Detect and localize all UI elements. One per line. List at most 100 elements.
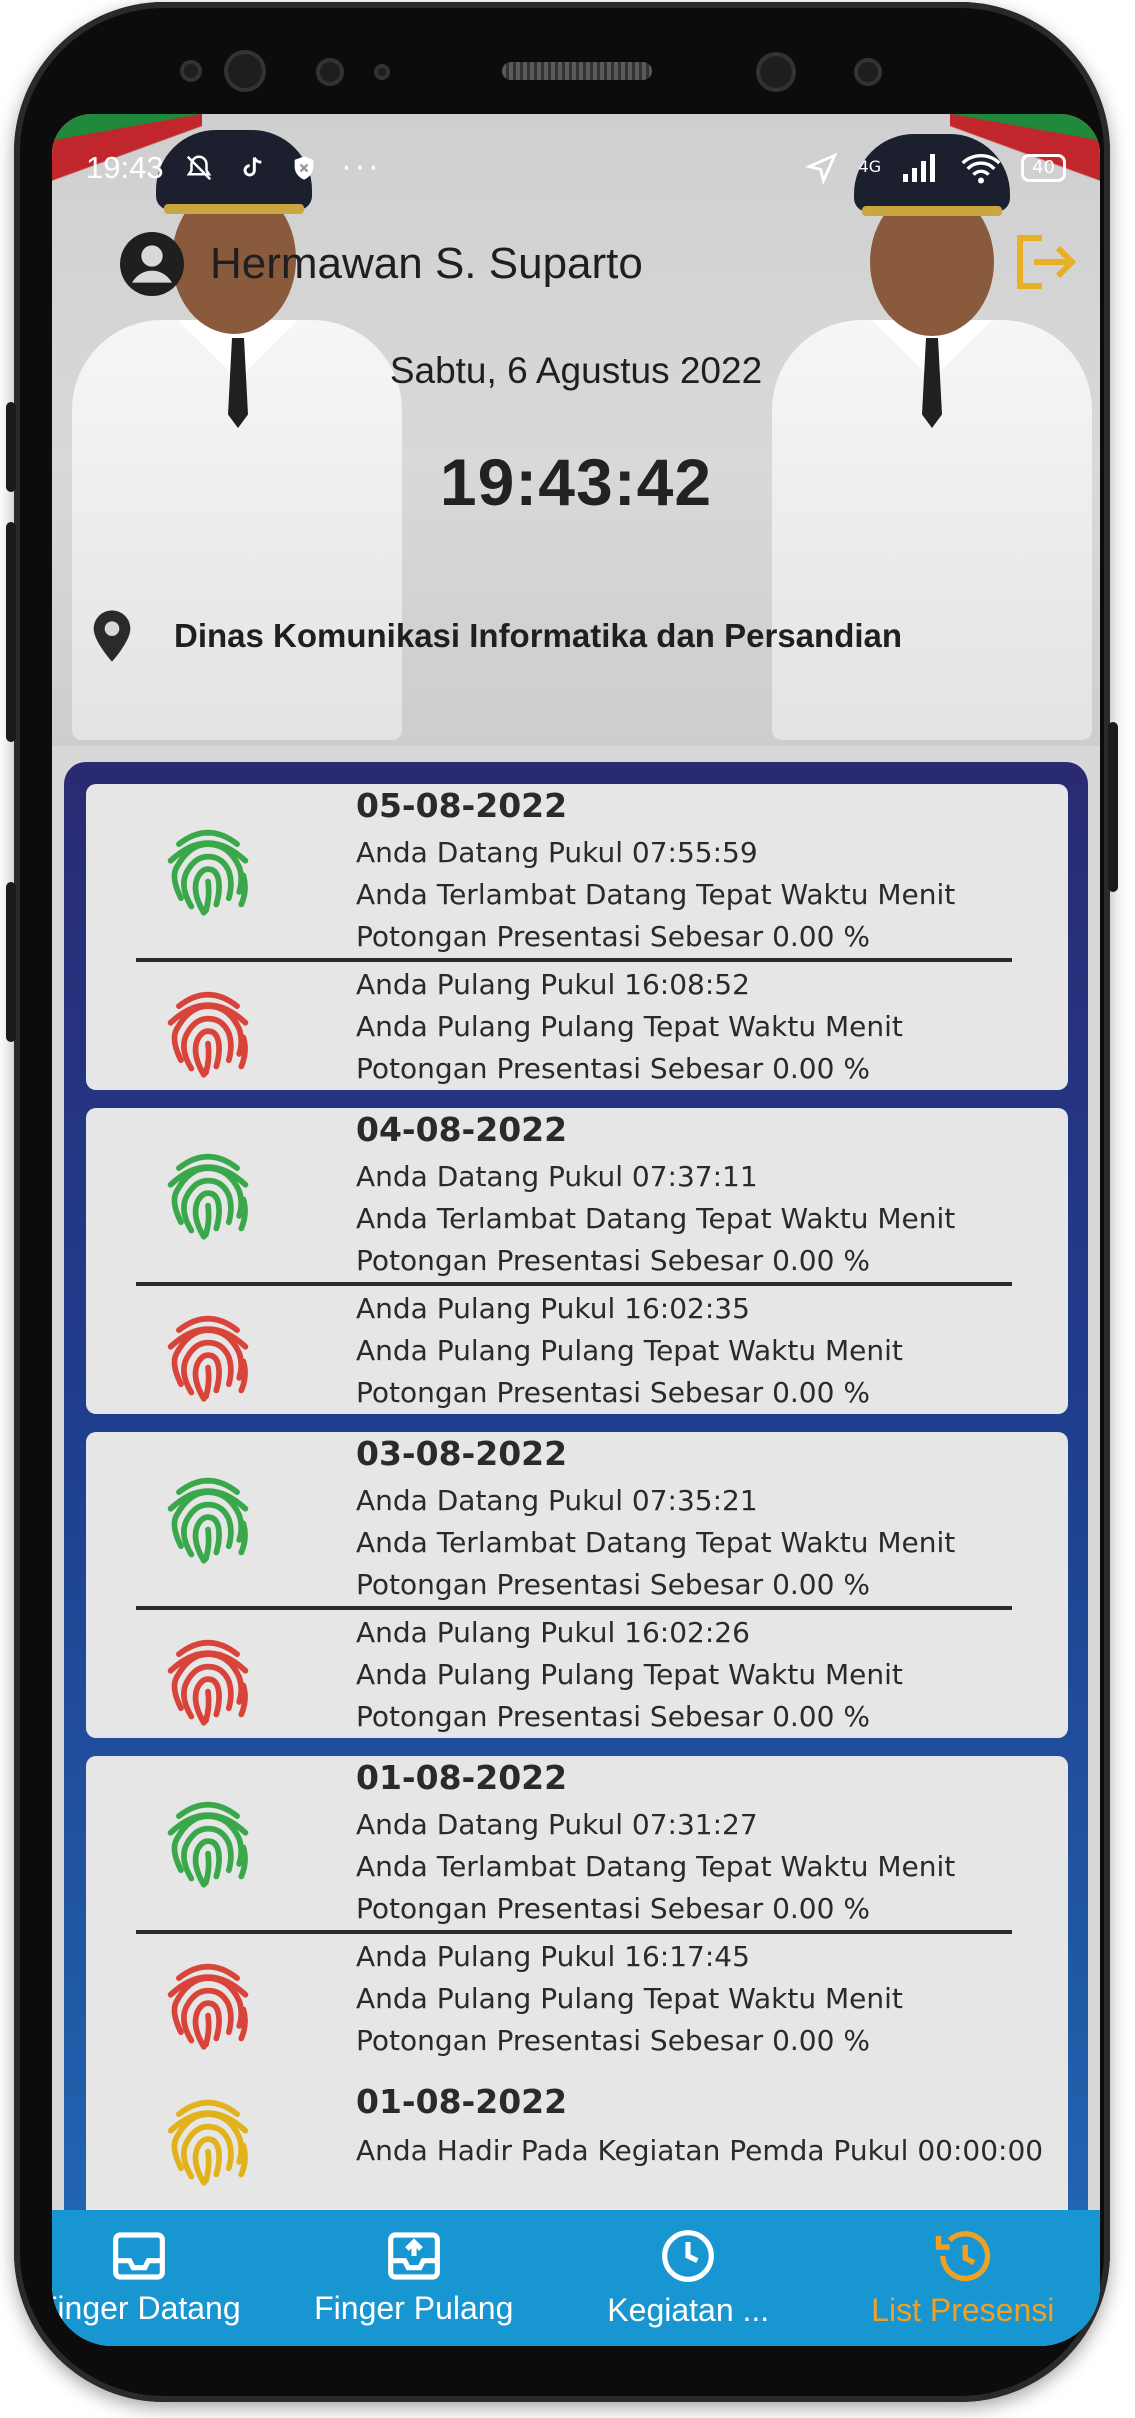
app-screen: 19:43 ··· 4G 40 Hermawan S. Suparto Sabt…: [52, 114, 1100, 2346]
check-out-entry: Anda Pulang Pukul 16:08:52 Anda Pulang P…: [86, 964, 1068, 1090]
bottom-navigation: Finger Datang Finger Pulang Kegiatan ...…: [52, 2210, 1100, 2346]
fingerprint-in-icon: [156, 1784, 260, 1894]
more-notifications-icon: ···: [341, 150, 383, 186]
record-date: 05-08-2022: [356, 786, 568, 825]
check-in-deduction: Potongan Presentasi Sebesar 0.00 %: [356, 1244, 870, 1277]
user-name: Hermawan S. Suparto: [210, 239, 643, 288]
entry-divider: [136, 958, 1012, 962]
event-date: 01-08-2022: [356, 2082, 568, 2121]
check-out-status: Anda Pulang Pulang Tepat Waktu Menit: [356, 1658, 903, 1691]
attendance-card[interactable]: 03-08-2022 Anda Datang Pukul 07:35:21 An…: [86, 1432, 1068, 1738]
check-in-status: Anda Terlambat Datang Tepat Waktu Menit: [356, 1526, 956, 1559]
entry-divider: [136, 1282, 1012, 1286]
fingerprint-out-icon: [156, 1298, 260, 1408]
check-in-entry: 04-08-2022 Anda Datang Pukul 07:37:11 An…: [86, 1108, 1068, 1277]
check-in-entry: 03-08-2022 Anda Datang Pukul 07:35:21 An…: [86, 1432, 1068, 1601]
check-in-deduction: Potongan Presentasi Sebesar 0.00 %: [356, 1892, 870, 1925]
check-in-deduction: Potongan Presentasi Sebesar 0.00 %: [356, 1568, 870, 1601]
history-icon: [935, 2230, 990, 2281]
check-in-time: Anda Datang Pukul 07:35:21: [356, 1484, 758, 1517]
volume-down-button: [6, 522, 16, 742]
nav-label: Finger Datang: [52, 2289, 241, 2326]
bell-off-icon: [186, 155, 211, 181]
power-button: [1108, 722, 1118, 892]
check-out-entry: Anda Pulang Pukul 16:17:45 Anda Pulang P…: [86, 1936, 1068, 2062]
event-entry: 01-08-2022 Anda Hadir Pada Kegiatan Pemd…: [86, 2070, 1068, 2200]
attendance-card[interactable]: 05-08-2022 Anda Datang Pukul 07:55:59 An…: [86, 784, 1068, 1090]
wifi-icon: [961, 154, 1001, 184]
check-out-deduction: Potongan Presentasi Sebesar 0.00 %: [356, 2024, 870, 2057]
fingerprint-in-icon: [156, 1136, 260, 1246]
nav-list-presensi[interactable]: List Presensi: [826, 2210, 1101, 2346]
network-type-label: 4G: [858, 157, 882, 176]
check-out-deduction: Potongan Presentasi Sebesar 0.00 %: [356, 1376, 870, 1409]
location-pin-icon: [93, 610, 131, 662]
record-date: 03-08-2022: [356, 1434, 568, 1473]
check-out-status: Anda Pulang Pulang Tepat Waktu Menit: [356, 1334, 903, 1367]
inbox-icon: [113, 2231, 166, 2280]
user-row: Hermawan S. Suparto: [120, 232, 643, 296]
fingerprint-out-icon: [156, 974, 260, 1084]
office-location: Dinas Komunikasi Informatika dan Persand…: [174, 617, 903, 654]
event-attendance: Anda Hadir Pada Kegiatan Pemda Pukul 00:…: [356, 2134, 1044, 2167]
sensor-dot: [180, 60, 202, 82]
nav-label: Finger Pulang: [314, 2289, 514, 2326]
check-in-status: Anda Terlambat Datang Tepat Waktu Menit: [356, 1202, 956, 1235]
location-row: Dinas Komunikasi Informatika dan Persand…: [90, 608, 902, 664]
nav-kegiatan[interactable]: Kegiatan ...: [551, 2210, 826, 2346]
nav-finger-pulang[interactable]: Finger Pulang: [277, 2210, 552, 2346]
check-out-status: Anda Pulang Pulang Tepat Waktu Menit: [356, 1010, 903, 1043]
check-out-time: Anda Pulang Pukul 16:17:45: [356, 1940, 750, 1973]
check-out-time: Anda Pulang Pukul 16:02:35: [356, 1292, 750, 1325]
check-in-time: Anda Datang Pukul 07:37:11: [356, 1160, 758, 1193]
nav-finger-datang[interactable]: Finger Datang: [52, 2210, 277, 2346]
phone-frame: 19:43 ··· 4G 40 Hermawan S. Suparto Sabt…: [6, 2, 1118, 2402]
status-time: 19:43: [86, 150, 164, 185]
front-camera: [224, 50, 266, 92]
nav-label: List Presensi: [871, 2291, 1055, 2328]
check-in-entry: 05-08-2022 Anda Datang Pukul 07:55:59 An…: [86, 784, 1068, 953]
volume-up-button: [6, 402, 16, 492]
logout-button[interactable]: [1010, 230, 1078, 298]
entry-divider: [136, 1606, 1012, 1610]
check-out-entry: Anda Pulang Pukul 16:02:35 Anda Pulang P…: [86, 1288, 1068, 1414]
check-out-deduction: Potongan Presentasi Sebesar 0.00 %: [356, 1052, 870, 1085]
check-out-deduction: Potongan Presentasi Sebesar 0.00 %: [356, 1700, 870, 1733]
check-in-status: Anda Terlambat Datang Tepat Waktu Menit: [356, 878, 956, 911]
sensor-dot: [374, 64, 390, 80]
iris-sensor: [854, 58, 882, 86]
record-date: 01-08-2022: [356, 1758, 568, 1797]
check-in-entry: 01-08-2022 Anda Datang Pukul 07:31:27 An…: [86, 1756, 1068, 1925]
check-in-deduction: Potongan Presentasi Sebesar 0.00 %: [356, 920, 870, 953]
shield-icon: [294, 156, 313, 180]
fingerprint-out-icon: [156, 1622, 260, 1732]
fingerprint-out-icon: [156, 1946, 260, 2056]
attendance-list[interactable]: 05-08-2022 Anda Datang Pukul 07:55:59 An…: [64, 762, 1088, 2292]
check-out-time: Anda Pulang Pukul 16:08:52: [356, 968, 750, 1001]
check-in-time: Anda Datang Pukul 07:55:59: [356, 836, 758, 869]
current-clock: 19:43:42: [439, 445, 713, 519]
check-in-time: Anda Datang Pukul 07:31:27: [356, 1808, 758, 1841]
account-circle-icon[interactable]: [120, 232, 184, 296]
signal-icon: [903, 154, 936, 182]
check-in-status: Anda Terlambat Datang Tepat Waktu Menit: [356, 1850, 956, 1883]
location-arrow-icon: [804, 152, 838, 185]
earpiece-speaker: [502, 62, 652, 80]
battery-indicator: 40: [1021, 154, 1066, 182]
outbox-icon: [387, 2231, 440, 2280]
fingerprint-in-icon: [156, 1460, 260, 1570]
nav-label: Kegiatan ...: [607, 2291, 770, 2328]
logout-icon: [1017, 235, 1077, 289]
tiktok-icon: [243, 156, 261, 177]
current-date: Sabtu, 6 Agustus 2022: [389, 350, 763, 391]
clock-icon: [662, 2229, 715, 2282]
iris-camera: [756, 52, 796, 92]
check-out-status: Anda Pulang Pulang Tepat Waktu Menit: [356, 1982, 903, 2015]
bixby-button: [6, 882, 16, 1042]
check-out-entry: Anda Pulang Pukul 16:02:26 Anda Pulang P…: [86, 1612, 1068, 1738]
check-out-time: Anda Pulang Pukul 16:02:26: [356, 1616, 750, 1649]
header-panel: 19:43 ··· 4G 40 Hermawan S. Suparto Sabt…: [52, 114, 1100, 746]
attendance-card[interactable]: 04-08-2022 Anda Datang Pukul 07:37:11 An…: [86, 1108, 1068, 1414]
record-date: 04-08-2022: [356, 1110, 568, 1149]
status-bar: 19:43 ··· 4G 40: [52, 140, 1100, 196]
